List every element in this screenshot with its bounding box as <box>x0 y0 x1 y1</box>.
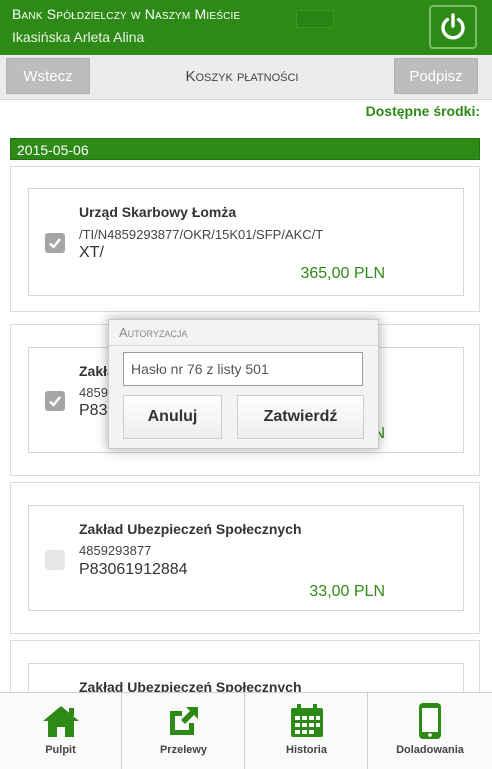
toolbar: Wstecz Koszyk płatności Podpisz <box>0 55 492 100</box>
checkmark-icon <box>49 396 61 407</box>
power-icon <box>441 13 465 40</box>
payment-card: Urząd Skarbowy Łomża /TI/N4859293877/OKR… <box>10 166 480 312</box>
logout-button[interactable] <box>429 5 477 49</box>
recipient-name: Zakład Ubezpieczeń Społecznych <box>79 521 302 537</box>
account-number: /TI/N4859293877/OKR/15K01/SFP/AKC/T <box>79 227 324 242</box>
account-number: 4859293877 <box>79 543 152 558</box>
transfer-icon <box>169 707 198 735</box>
authorization-dialog: Autoryzacja Anuluj Zatwierdź <box>108 319 379 449</box>
payment-amount: 365,00 PLN <box>300 265 385 282</box>
recipient-name: Urząd Skarbowy Łomża <box>79 204 237 220</box>
user-name: Ikasińska Arleta Alina <box>12 29 145 45</box>
payment-amount: 33,00 PLN <box>309 583 385 600</box>
dialog-title: Autoryzacja <box>109 320 378 346</box>
available-funds-label: Dostępne środki: <box>365 103 480 119</box>
payment-item[interactable]: Urząd Skarbowy Łomża /TI/N4859293877/OKR… <box>28 188 464 296</box>
header-decoration <box>296 10 334 28</box>
nav-item-doladowania[interactable]: Doladowania <box>369 693 491 769</box>
sign-button[interactable]: Podpisz <box>394 58 478 94</box>
page-title: Koszyk płatności <box>185 68 299 85</box>
account-number: 4859 <box>79 385 108 400</box>
nav-item-pulpit[interactable]: Pulpit <box>0 693 122 769</box>
app-root: Bank Spółdzielczy w Naszym Mieście Ikasi… <box>0 0 492 769</box>
password-input[interactable] <box>123 352 363 386</box>
payment-item[interactable]: Zakład Ubezpieczeń Społecznych 485929387… <box>28 505 464 611</box>
payment-card: Zakład Ubezpieczeń Społecznych 485929387… <box>10 482 480 634</box>
nav-item-historia[interactable]: Historia <box>246 693 368 769</box>
payment-title: XT/ <box>79 244 104 261</box>
payment-title: P83061912884 <box>79 561 188 578</box>
bank-name: Bank Spółdzielczy w Naszym Mieście <box>12 6 241 22</box>
date-header: 2015-05-06 <box>10 138 480 160</box>
confirm-button[interactable]: Zatwierdź <box>237 395 364 439</box>
payment-checkbox[interactable] <box>45 233 65 253</box>
payment-checkbox[interactable] <box>45 550 65 570</box>
nav-label: Historia <box>286 744 327 756</box>
app-header: Bank Spółdzielczy w Naszym Mieście Ikasi… <box>0 0 492 55</box>
calendar-icon <box>290 704 323 737</box>
home-icon <box>42 706 79 737</box>
nav-label: Pulpit <box>45 744 76 756</box>
phone-icon <box>419 703 441 739</box>
nav-item-przelewy[interactable]: Przelewy <box>123 693 245 769</box>
nav-label: Doladowania <box>396 744 464 756</box>
bottom-nav: Pulpit Przelewy Historia Doladowania <box>0 692 492 769</box>
back-button[interactable]: Wstecz <box>6 58 90 94</box>
nav-label: Przelewy <box>159 744 208 756</box>
payment-title: P83 <box>79 402 108 419</box>
cancel-button[interactable]: Anuluj <box>123 395 222 439</box>
checkmark-icon <box>49 238 61 249</box>
payment-checkbox[interactable] <box>45 391 65 411</box>
